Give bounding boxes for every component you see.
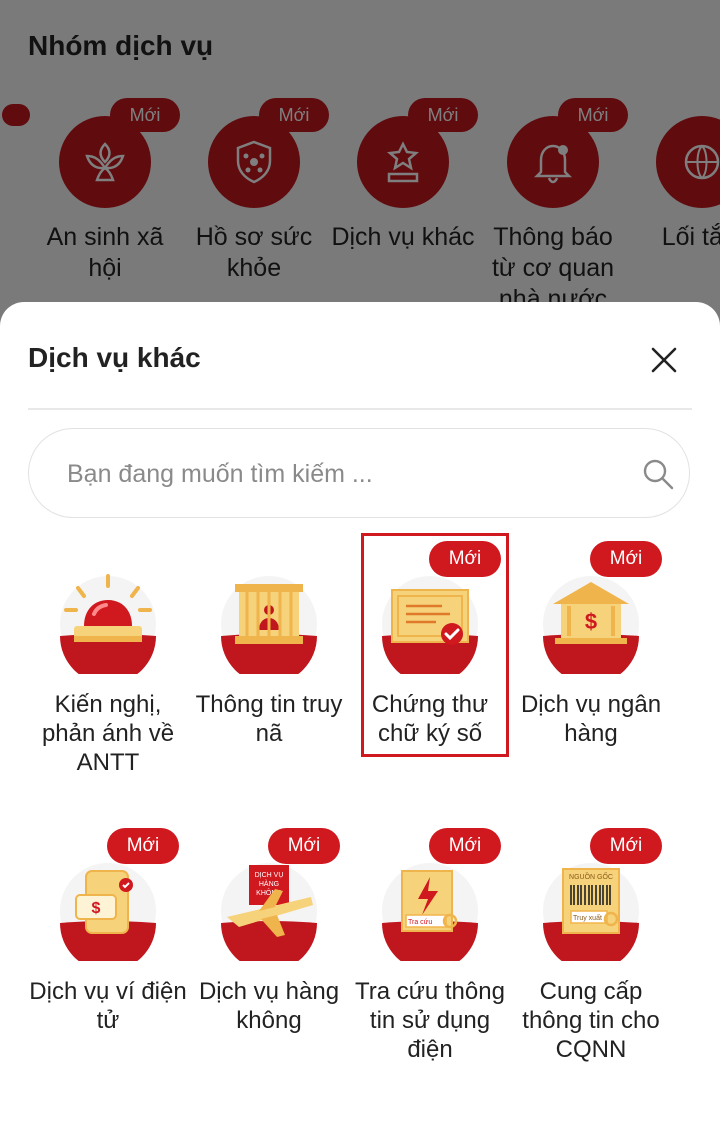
search-input[interactable] [65,453,629,495]
icon-text: HÀNG [259,879,279,888]
svg-text:$: $ [92,900,101,917]
service-hang-khong[interactable]: DỊCH VỤ HÀNG KHÔNG Mới Dịch vụ hàng khôn… [188,823,350,1063]
icon-text: Truy xuất [573,913,602,922]
close-icon [651,347,677,373]
e-wallet-icon: $ [58,861,158,961]
siren-icon [58,574,158,674]
electricity-lookup-icon: Tra cứu [380,861,480,961]
icon-text: DỊCH VỤ [255,872,284,879]
service-label: Tra cứu thông tin sử dụng điện [355,978,505,1063]
service-chung-thu-chu-ky-so[interactable]: Mới Chứng thư chữ ký số [349,536,511,776]
service-label: Cung cấp thông tin cho CQNN [522,978,660,1063]
barcode-origin-icon: NGUỒN GỐC Truy xuất [541,861,641,961]
search-icon[interactable] [641,457,675,491]
new-badge: Mới [107,828,179,864]
service-label: Dịch vụ ví điện tử [29,978,187,1034]
service-label: Kiến nghị, phản ánh về ANTT [41,691,175,776]
new-badge: Mới [590,541,662,577]
service-vi-dien-tu[interactable]: $ Mới Dịch vụ ví điện tử [27,823,189,1063]
bank-icon: $ [541,574,641,674]
wanted-prison-icon [219,574,319,674]
service-cung-cap-thong-tin-cqnn[interactable]: NGUỒN GỐC Truy xuất Mới Cung cấp thông t… [510,823,672,1063]
new-badge: Mới [590,828,662,864]
service-tra-cuu-dien[interactable]: Tra cứu Mới Tra cứu thông tin sử dụng đi… [349,823,511,1063]
certificate-icon [380,574,480,674]
service-thong-tin-truy-na[interactable]: Thông tin truy nã [188,536,350,776]
search-box[interactable] [28,428,690,518]
service-label: Dịch vụ hàng không [198,978,340,1034]
new-badge: Mới [429,541,501,577]
service-kien-nghi-antt[interactable]: Kiến nghị, phản ánh về ANTT [27,536,189,776]
background-screen: Nhóm dịch vụ Mới An sinh xã hội Mới Hồ s… [0,0,720,320]
close-button[interactable] [644,340,684,380]
service-label: Chứng thư chữ ký số [371,691,489,747]
new-badge: Mới [429,828,501,864]
new-badge: Mới [268,828,340,864]
bottom-sheet: Dịch vụ khác Kiến nghị, phản ánh về ANTT [0,302,720,1129]
divider [28,408,692,410]
airplane-icon: DỊCH VỤ HÀNG KHÔNG [219,861,319,961]
service-dich-vu-ngan-hang[interactable]: $ Mới Dịch vụ ngân hàng [510,536,672,776]
sheet-title: Dịch vụ khác [28,342,201,373]
service-label: Dịch vụ ngân hàng [520,691,662,747]
icon-text: Tra cứu [408,919,432,926]
svg-text:$: $ [585,609,597,634]
service-label: Thông tin truy nã [195,691,343,747]
dim-overlay[interactable] [0,0,720,320]
